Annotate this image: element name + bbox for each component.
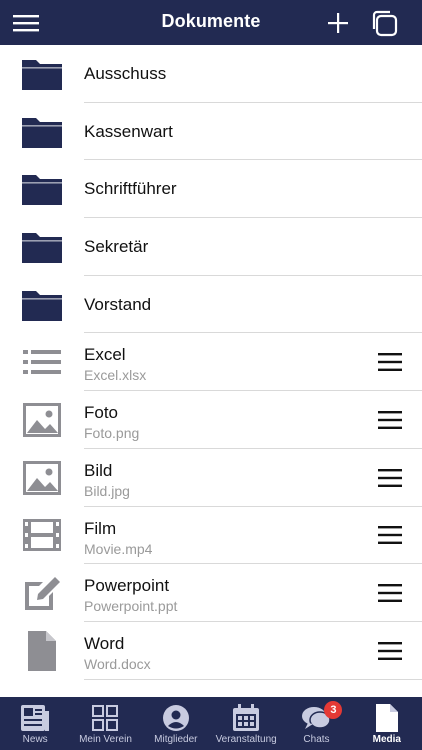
folder-row[interactable]: Sekretär (0, 218, 422, 276)
folder-name: Vorstand (84, 294, 152, 314)
grid-icon (90, 703, 120, 733)
file-icon (372, 703, 402, 733)
plus-icon (328, 12, 348, 33)
film-icon (20, 515, 64, 555)
file-row[interactable]: Powerpoint Powerpoint.ppt (0, 564, 422, 622)
folder-row[interactable]: Ausschuss (0, 45, 422, 103)
top-bar: Dokumente (0, 0, 422, 45)
more-menu-icon[interactable] (378, 584, 402, 603)
list-icon (20, 342, 64, 382)
file-title: Excel (84, 345, 126, 365)
folder-name: Ausschuss (84, 63, 167, 83)
folder-icon (20, 54, 64, 94)
more-menu-icon[interactable] (378, 641, 402, 660)
folder-name: Sekretär (84, 236, 149, 256)
tab-label: Media (372, 734, 401, 745)
file-name: Word.docx (84, 655, 151, 672)
tab-media[interactable]: Media (352, 697, 422, 750)
file-row[interactable]: Bild Bild.jpg (0, 449, 422, 507)
copy-icon (372, 10, 398, 36)
folder-name: Kassenwart (84, 121, 173, 141)
tab-label: Chats (303, 734, 330, 745)
folder-name: Schriftführer (84, 179, 177, 199)
tab-news[interactable]: News (0, 697, 70, 750)
page-title: Dokumente (161, 11, 261, 31)
file-row[interactable]: Foto Foto.png (0, 391, 422, 449)
tab-mein-verein[interactable]: Mein Verein (70, 697, 140, 750)
more-menu-icon[interactable] (378, 353, 402, 372)
person-icon (161, 703, 191, 733)
tab-chats[interactable]: 3 Chats (281, 697, 351, 750)
folder-icon (20, 285, 64, 325)
image-icon (20, 400, 64, 440)
more-menu-icon[interactable] (378, 468, 402, 487)
folder-row[interactable]: Schriftführer (0, 160, 422, 219)
file-row[interactable]: Word Word.docx (0, 622, 422, 680)
file-row[interactable]: Excel Excel.xlsx (0, 333, 422, 392)
file-title: Foto (84, 403, 119, 423)
file-name: Powerpoint.ppt (84, 598, 178, 615)
newspaper-icon (20, 703, 50, 733)
folder-row[interactable]: Vorstand (0, 276, 422, 334)
file-name: Movie.mp4 (84, 540, 153, 557)
tab-veranstaltung[interactable]: Veranstaltung (211, 697, 281, 750)
folder-icon (20, 112, 64, 152)
file-title: Film (84, 518, 117, 538)
file-title: Bild (84, 460, 113, 480)
add-button[interactable] (322, 0, 354, 45)
tab-label: Mein Verein (79, 734, 132, 745)
file-name: Excel.xlsx (84, 367, 147, 384)
unread-badge: 3 (324, 701, 343, 719)
folder-icon (20, 227, 64, 267)
document-icon (20, 630, 64, 671)
more-menu-icon[interactable] (378, 526, 402, 545)
file-name: Foto.png (84, 425, 140, 442)
file-name: Bild.jpg (84, 482, 130, 499)
image-icon (20, 458, 64, 498)
file-title: Word (84, 633, 125, 653)
tab-mitglieder[interactable]: Mitglieder (141, 697, 211, 750)
tab-label: News (22, 734, 48, 745)
copy-button[interactable] (366, 0, 402, 45)
tab-label: Mitglieder (154, 734, 198, 745)
document-list: Ausschuss Kassenwart Schriftführer Sekre… (0, 45, 422, 680)
divider (84, 678, 422, 680)
more-menu-icon[interactable] (378, 410, 402, 429)
folder-icon (20, 169, 64, 209)
file-title: Powerpoint (84, 576, 170, 596)
file-row[interactable]: Film Movie.mp4 (0, 507, 422, 565)
edit-icon (20, 573, 64, 613)
calendar-icon (231, 703, 261, 733)
folder-row[interactable]: Kassenwart (0, 103, 422, 161)
tab-bar: News Mein Verein Mitglieder Veranstaltun… (0, 697, 422, 750)
tab-label: Veranstaltung (215, 734, 277, 745)
